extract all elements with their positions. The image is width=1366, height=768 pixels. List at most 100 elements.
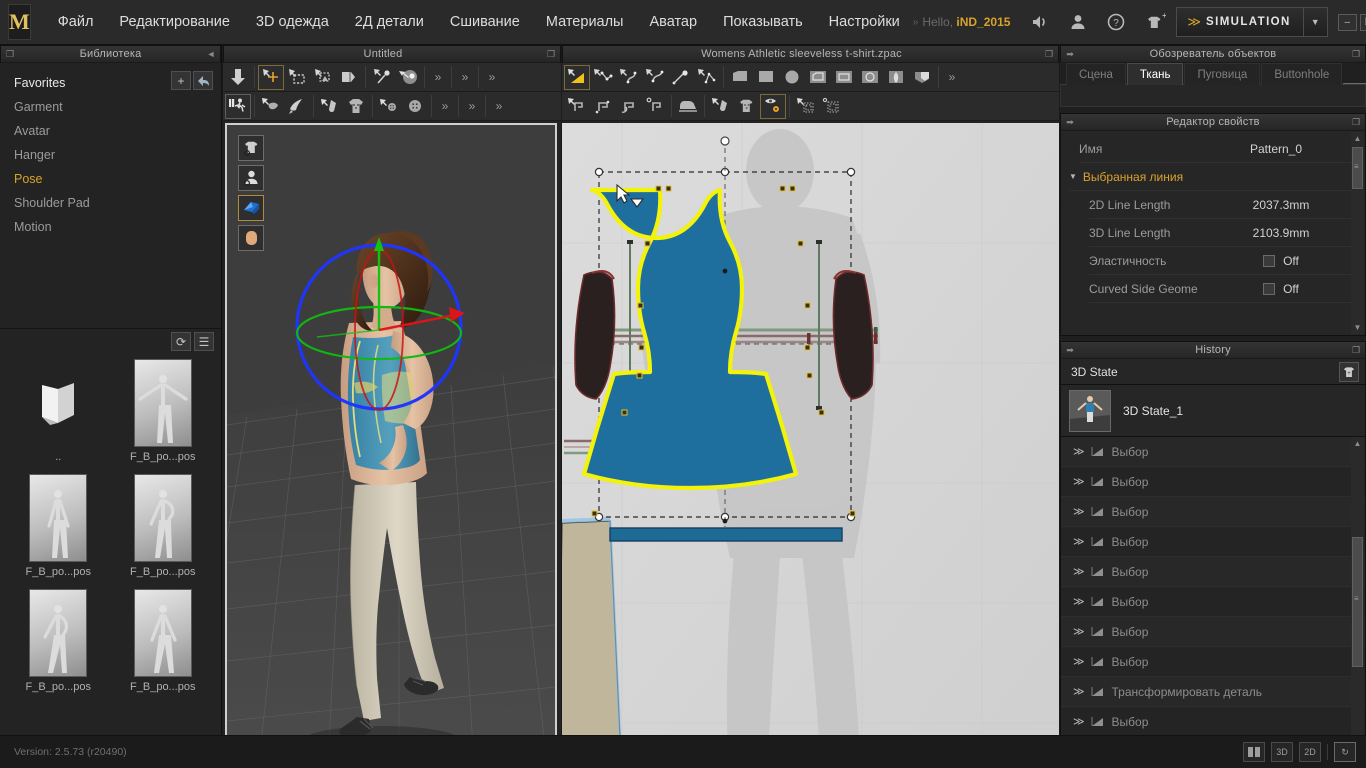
collapse-left-icon[interactable]: ◄ <box>202 49 220 59</box>
show-fabric-icon[interactable] <box>238 195 264 221</box>
steam-iron-icon[interactable] <box>675 94 701 119</box>
undock-icon[interactable]: ❐ <box>1 49 19 60</box>
double-chevron-down-icon[interactable]: ≫ <box>1073 445 1084 458</box>
history-row[interactable]: ≫ Выбор <box>1061 617 1365 647</box>
refresh-button[interactable]: ⟳ <box>171 332 191 351</box>
property-row[interactable]: Curved Side Geome Off <box>1089 275 1355 303</box>
library-item-shoulder-pad[interactable]: Shoulder Pad <box>12 191 221 215</box>
tab-сцена[interactable]: Сцена <box>1066 63 1126 85</box>
collapse-right-icon[interactable]: ➡ <box>1061 117 1079 128</box>
menu-2d-pattern[interactable]: 2Д детали <box>342 0 437 45</box>
show-skin-icon[interactable] <box>238 225 264 251</box>
library-thumbnail-item[interactable]: F_B_po...pos <box>111 474 216 589</box>
user-account-icon[interactable] <box>1068 7 1088 37</box>
toolbar-more-icon[interactable]: » <box>455 70 475 84</box>
menu-avatar[interactable]: Аватар <box>636 0 710 45</box>
double-chevron-down-icon[interactable]: ≫ <box>1073 655 1084 668</box>
dart-icon[interactable] <box>883 65 909 90</box>
internal-rectangle-icon[interactable] <box>831 65 857 90</box>
property-editor-scrollbar[interactable]: ▲ ≡ ▼ <box>1351 132 1364 334</box>
toolbar-more-icon[interactable]: » <box>462 99 482 113</box>
library-thumbnail-item[interactable]: F_B_po...pos <box>111 359 216 474</box>
library-item-garment[interactable]: Garment <box>12 95 221 119</box>
add-folder-button[interactable]: + <box>171 71 191 90</box>
double-chevron-down-icon[interactable]: ≫ <box>1073 535 1084 548</box>
list-view-button[interactable]: ☰ <box>194 332 214 351</box>
pin-point-icon[interactable] <box>369 65 395 90</box>
collapse-right-icon[interactable]: ➡ <box>1061 49 1079 60</box>
property-checkbox[interactable] <box>1263 283 1276 296</box>
menu-materials[interactable]: Материалы <box>533 0 637 45</box>
add-garment-icon[interactable]: + <box>1144 7 1166 37</box>
grading-icon[interactable] <box>793 94 819 119</box>
minimize-button[interactable]: – <box>1337 13 1357 31</box>
property-row[interactable]: 3D Line Length 2103.9mm <box>1089 219 1355 247</box>
circle-icon[interactable] <box>779 65 805 90</box>
lasso-select-icon[interactable] <box>310 65 336 90</box>
sew-curve-icon[interactable] <box>616 94 642 119</box>
history-row[interactable]: ≫ Выбор <box>1061 527 1365 557</box>
show-garment-icon[interactable] <box>238 135 264 161</box>
sew-segment-icon[interactable] <box>564 94 590 119</box>
history-row[interactable]: ≫ Выбор <box>1061 467 1365 497</box>
property-checkbox[interactable] <box>1263 255 1276 268</box>
library-thumbnail-item[interactable]: F_B_po...pos <box>6 589 111 704</box>
texture-map-icon[interactable] <box>760 93 786 119</box>
add-state-icon[interactable]: + <box>1339 362 1359 382</box>
property-row[interactable]: ▼ Выбранная линия <box>1069 163 1355 191</box>
notch-icon[interactable] <box>909 65 935 90</box>
double-chevron-down-icon[interactable]: ≫ <box>1073 565 1084 578</box>
view-3d-button[interactable]: 3D <box>1271 742 1293 762</box>
toolbar-more-icon[interactable]: » <box>942 70 962 84</box>
simulation-walk-icon[interactable] <box>225 93 251 119</box>
sync-button[interactable]: ↻ <box>1334 742 1356 762</box>
restore-button[interactable]: ❐ <box>1359 13 1366 31</box>
zipper-icon[interactable] <box>317 94 343 119</box>
segment-icon[interactable] <box>694 65 720 90</box>
toolbar-more-icon[interactable]: » <box>489 99 509 113</box>
transform-gizmo-icon[interactable] <box>258 64 284 90</box>
split-view-button[interactable] <box>1243 742 1265 762</box>
sew-free-icon[interactable] <box>590 94 616 119</box>
double-chevron-down-icon[interactable]: ≫ <box>1073 625 1084 638</box>
undock-icon[interactable]: ❐ <box>1347 117 1365 128</box>
back-button[interactable] <box>193 71 213 90</box>
edit-curve-point-icon[interactable] <box>642 65 668 90</box>
property-row[interactable]: Имя Pattern_0 <box>1079 135 1355 163</box>
library-item-hanger[interactable]: Hanger <box>12 143 221 167</box>
grading-edit-icon[interactable] <box>819 94 845 119</box>
property-row[interactable]: 2D Line Length 2037.3mm <box>1089 191 1355 219</box>
property-row[interactable]: Эластичность Off <box>1089 247 1355 275</box>
fold-arrange-icon[interactable] <box>336 65 362 90</box>
menu-settings[interactable]: Настройки <box>816 0 913 45</box>
expand-chevron-icon[interactable]: » <box>913 17 919 28</box>
add-point-icon[interactable] <box>668 65 694 90</box>
polygon-icon[interactable] <box>727 65 753 90</box>
menu-edit[interactable]: Редактирование <box>106 0 242 45</box>
fabric-2d-icon[interactable] <box>734 94 760 119</box>
scroll-down-icon[interactable]: ▼ <box>1352 321 1363 334</box>
history-row[interactable]: ≫ Выбор <box>1061 647 1365 677</box>
library-thumbnail-item[interactable]: .. <box>6 359 111 474</box>
history-scrollbar[interactable]: ▲ ≡ ▼ <box>1351 437 1364 768</box>
button-icon[interactable] <box>402 94 428 119</box>
library-thumbnail-item[interactable]: F_B_po...pos <box>6 474 111 589</box>
menu-sewing[interactable]: Сшивание <box>437 0 533 45</box>
rectangle-icon[interactable] <box>753 65 779 90</box>
history-row[interactable]: ≫ Выбор <box>1061 497 1365 527</box>
tab-пуговица[interactable]: Пуговица <box>1184 63 1261 85</box>
select-move-arrow-icon[interactable] <box>225 65 251 90</box>
edit-point-icon[interactable] <box>590 65 616 90</box>
scroll-up-icon[interactable]: ▲ <box>1351 437 1364 450</box>
undock-icon[interactable]: ❐ <box>1347 345 1365 356</box>
view-2d-button[interactable]: 2D <box>1299 742 1321 762</box>
double-chevron-down-icon[interactable]: ≫ <box>1073 595 1084 608</box>
toolbar-more-icon[interactable]: » <box>482 70 502 84</box>
viewport-3d-canvas[interactable] <box>225 123 557 768</box>
collapse-right-icon[interactable]: ➡ <box>1061 345 1079 356</box>
toolbar-more-icon[interactable]: » <box>435 99 455 113</box>
tab-ткань[interactable]: Ткань <box>1126 63 1184 85</box>
tab-buttonhole[interactable]: Buttonhole <box>1261 63 1343 85</box>
fabric-swatch-icon[interactable] <box>343 94 369 119</box>
double-chevron-down-icon[interactable]: ≫ <box>1073 505 1084 518</box>
